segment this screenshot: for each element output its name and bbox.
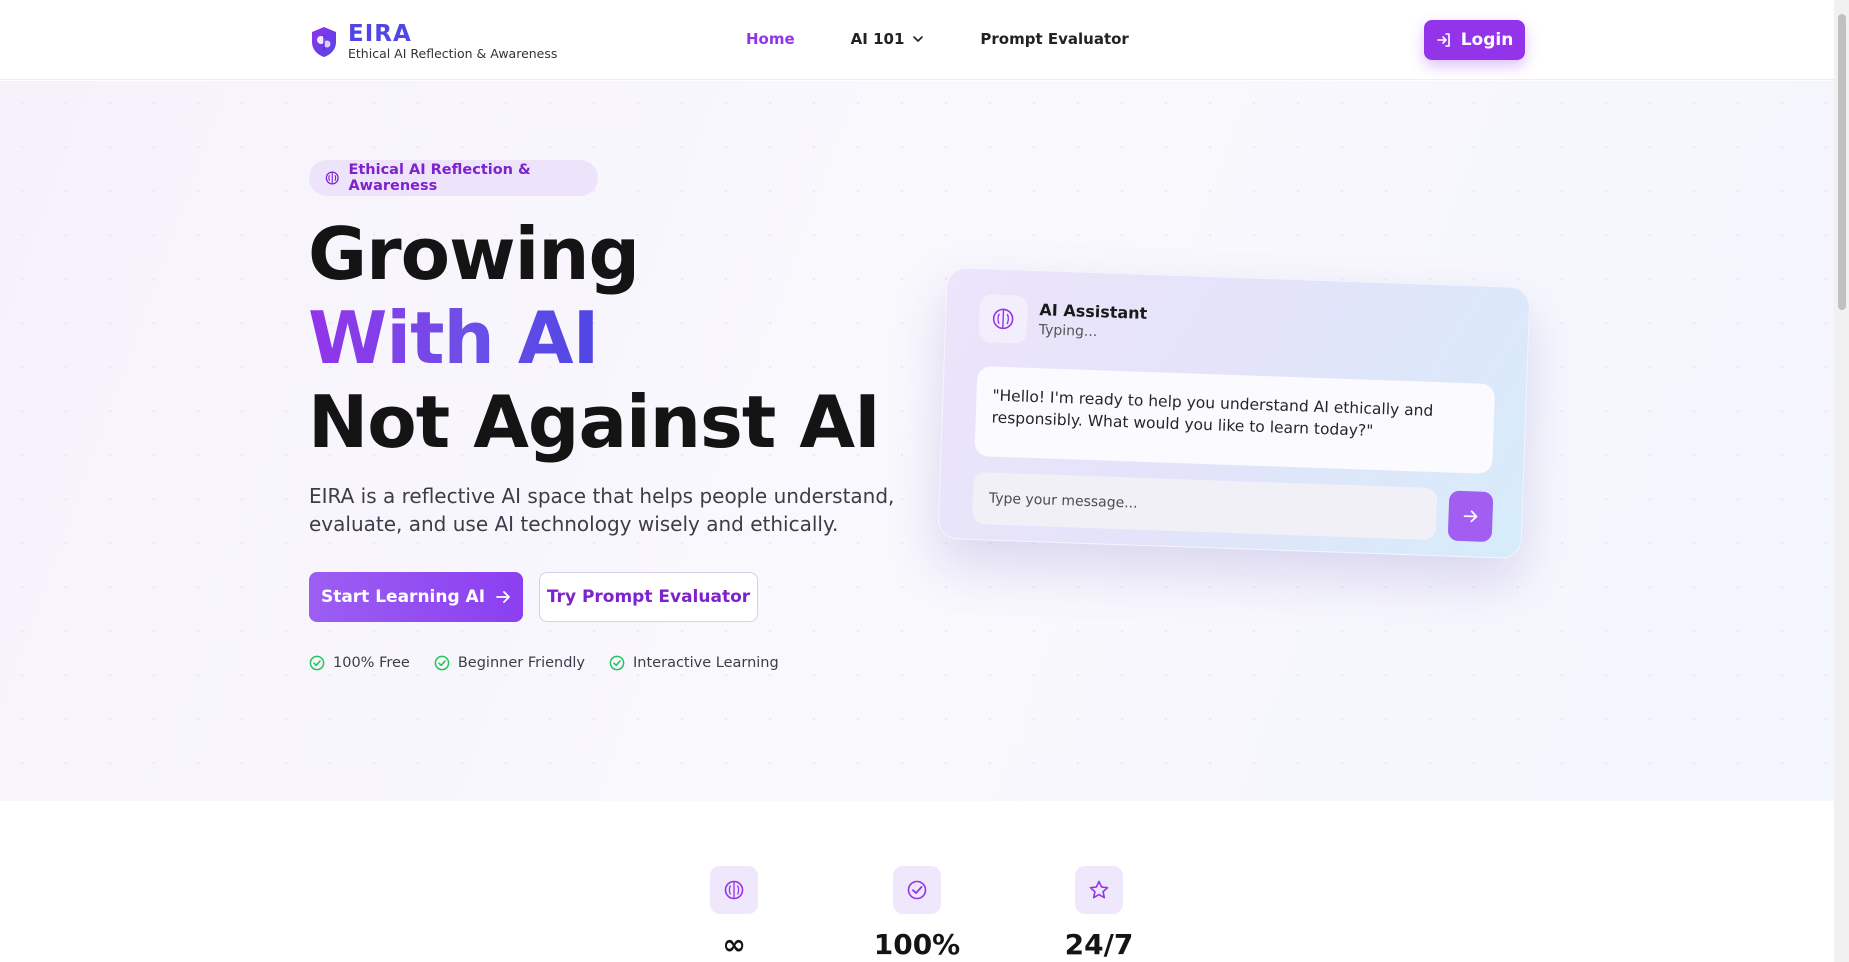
try-prompt-evaluator-button[interactable]: Try Prompt Evaluator bbox=[539, 572, 758, 622]
nav-link-prompt-evaluator[interactable]: Prompt Evaluator bbox=[980, 30, 1128, 48]
hero-section: Ethical AI Reflection & Awareness Growin… bbox=[0, 81, 1834, 801]
hero-description: EIRA is a reflective AI space that helps… bbox=[309, 484, 895, 536]
login-icon bbox=[1436, 33, 1450, 47]
nav-link-home[interactable]: Home bbox=[746, 30, 795, 48]
login-button[interactable]: Login bbox=[1424, 20, 1525, 60]
chat-message-input[interactable] bbox=[971, 471, 1438, 541]
check-circle-icon bbox=[309, 655, 325, 671]
logo[interactable]: EIRA Ethical AI Reflection & Awareness bbox=[310, 22, 557, 62]
hero-dot-pattern bbox=[0, 81, 1834, 801]
hero-title-line-1: Growing bbox=[308, 212, 640, 296]
ai-assistant-chat-card: AI Assistant Typing... "Hello! I'm ready… bbox=[937, 266, 1531, 560]
page-scrollbar[interactable] bbox=[1834, 0, 1849, 962]
feature-list: 100% Free Beginner Friendly Interactive … bbox=[309, 655, 803, 671]
hero-title-line-3: Not Against AI bbox=[308, 380, 881, 464]
start-learning-label: Start Learning AI bbox=[320, 587, 486, 607]
feature-label: Beginner Friendly bbox=[457, 655, 586, 671]
stat-item: 24/7 bbox=[1039, 866, 1159, 962]
feature-item: Interactive Learning bbox=[609, 655, 779, 671]
hero-tag-label: Ethical AI Reflection & Awareness bbox=[348, 162, 531, 194]
stat-value: ∞ bbox=[722, 928, 746, 961]
shield-brain-logo-icon bbox=[312, 27, 336, 57]
feature-label: Interactive Learning bbox=[633, 655, 779, 671]
stat-item: 100% bbox=[857, 866, 977, 962]
assistant-message-bubble: "Hello! I'm ready to help you understand… bbox=[974, 366, 1496, 475]
stat-item: ∞ bbox=[674, 866, 794, 962]
arrow-right-icon bbox=[1463, 510, 1478, 523]
check-circle-icon bbox=[434, 655, 450, 671]
start-learning-button[interactable]: Start Learning AI bbox=[309, 572, 523, 622]
brain-icon bbox=[992, 308, 1014, 330]
stat-icon-box bbox=[1075, 866, 1123, 914]
stat-value: 100% bbox=[873, 928, 961, 961]
chevron-down-icon bbox=[913, 36, 924, 42]
assistant-avatar bbox=[978, 294, 1028, 344]
send-message-button[interactable] bbox=[1447, 490, 1494, 543]
feature-item: Beginner Friendly bbox=[434, 655, 585, 671]
arrow-right-icon bbox=[496, 591, 510, 603]
logo-title: EIRA bbox=[348, 21, 412, 47]
brain-icon bbox=[724, 880, 744, 900]
star-icon bbox=[1089, 880, 1109, 899]
logo-subtitle: Ethical AI Reflection & Awareness bbox=[348, 46, 558, 61]
check-circle-icon bbox=[907, 880, 927, 900]
nav-link-ai-101[interactable]: AI 101 bbox=[851, 30, 925, 48]
scrollbar-thumb[interactable] bbox=[1838, 14, 1846, 310]
stat-value: 24/7 bbox=[1064, 928, 1134, 961]
assistant-status: Typing... bbox=[1038, 322, 1098, 341]
check-circle-icon bbox=[609, 655, 625, 671]
nav-link-ai-101-label: AI 101 bbox=[850, 30, 905, 48]
feature-item: 100% Free bbox=[309, 655, 410, 671]
stat-icon-box bbox=[893, 866, 941, 914]
nav-links: Home AI 101 Prompt Evaluator bbox=[746, 30, 1185, 48]
feature-label: 100% Free bbox=[333, 655, 410, 671]
hero-tag-badge: Ethical AI Reflection & Awareness bbox=[309, 160, 598, 196]
stat-icon-box bbox=[710, 866, 758, 914]
hero-title-line-2: With AI bbox=[308, 296, 599, 380]
login-label: Login bbox=[1460, 30, 1514, 50]
brain-icon bbox=[325, 171, 339, 185]
chat-card-header: AI Assistant Typing... bbox=[978, 294, 1148, 348]
top-navbar: EIRA Ethical AI Reflection & Awareness H… bbox=[0, 0, 1834, 80]
